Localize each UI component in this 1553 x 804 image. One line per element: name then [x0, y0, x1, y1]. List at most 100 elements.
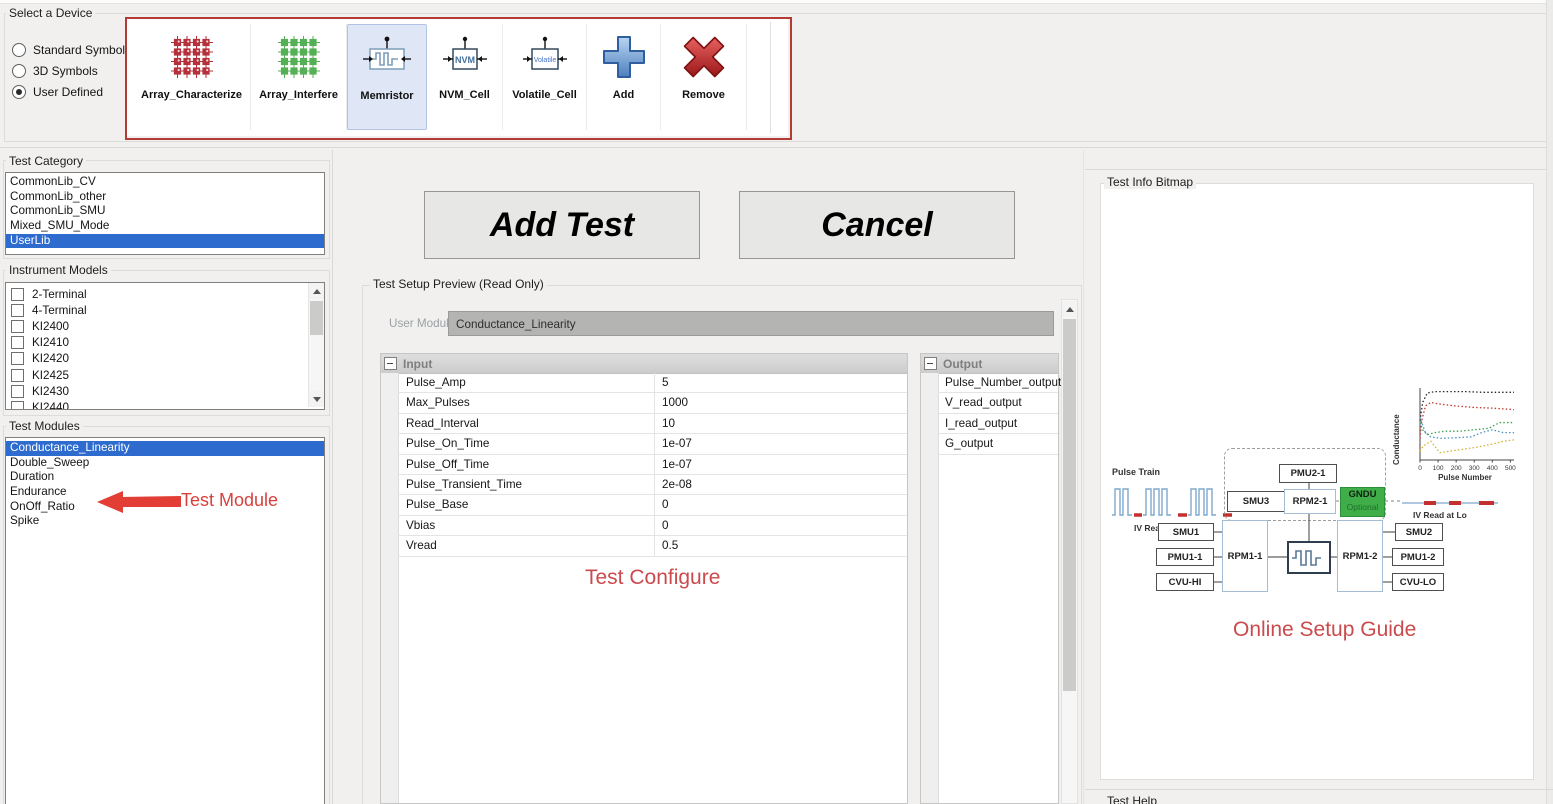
cancel-label: Cancel	[821, 206, 933, 245]
radio-standard-symbols[interactable]: Standard Symbols	[12, 43, 131, 57]
scroll-up-button[interactable]	[309, 283, 324, 299]
output-row: Pulse_Number_output	[938, 373, 1058, 393]
toolbar-button-array_characterize[interactable]: Array_Characterize	[133, 24, 251, 130]
add-test-label: Add Test	[490, 206, 634, 245]
param-value: 1e-07	[655, 455, 907, 474]
instrument-model-item[interactable]: KI2425	[6, 367, 306, 383]
volatile-cell-icon: Volatile	[521, 28, 569, 86]
checkbox[interactable]	[11, 401, 24, 410]
diagram-box-smu3: SMU3	[1227, 491, 1285, 512]
test-setup-preview-title: Test Setup Preview (Read Only)	[370, 278, 547, 291]
triangle-up-icon	[1066, 307, 1074, 312]
list-item[interactable]: Double_Sweep	[6, 456, 324, 471]
preview-scrollbar[interactable]	[1061, 299, 1078, 804]
output-name: I_read_output	[938, 414, 1058, 433]
instrument-model-item[interactable]: KI2400	[6, 318, 306, 334]
toolbar-button-label: Add	[613, 89, 634, 101]
radio-icon[interactable]	[12, 64, 26, 78]
toolbar-button-nvm_cell[interactable]: NVMNVM_Cell	[427, 24, 503, 130]
toolbar-button-volatile_cell[interactable]: Volatile Volatile_Cell	[503, 24, 587, 130]
collapse-minus-icon[interactable]	[384, 357, 397, 370]
instrument-model-item[interactable]: KI2440	[6, 399, 306, 410]
scroll-down-button[interactable]	[309, 391, 324, 407]
top-section-divider	[0, 147, 1553, 148]
list-item[interactable]: Conductance_Linearity	[6, 441, 324, 456]
list-item[interactable]: Duration	[6, 470, 324, 485]
add-test-button[interactable]: Add Test	[424, 191, 700, 259]
toolbar-button-remove[interactable]: Remove	[661, 24, 747, 130]
collapse-minus-icon[interactable]	[924, 357, 937, 370]
checkbox[interactable]	[11, 304, 24, 317]
list-item[interactable]: UserLib	[6, 234, 324, 249]
list-item[interactable]: CommonLib_SMU	[6, 204, 324, 219]
instrument-list-scrollbar[interactable]	[308, 283, 324, 407]
instrument-models-list[interactable]: 2-Terminal4-TerminalKI2400 KI2410 KI2420 KI…	[5, 282, 325, 410]
checkbox[interactable]	[11, 369, 24, 382]
scroll-thumb[interactable]	[1063, 319, 1076, 691]
checkbox[interactable]	[11, 336, 24, 349]
list-item[interactable]: CommonLib_CV	[6, 175, 324, 190]
instrument-model-item[interactable]: 2-Terminal	[6, 286, 306, 302]
instrument-model-item[interactable]: KI2410	[6, 335, 306, 351]
svg-text:0: 0	[1418, 465, 1422, 472]
radio-3d-symbols[interactable]: 3D Symbols	[12, 64, 98, 78]
toolbar-button-array_interfere[interactable]: Array_Interfere	[251, 24, 347, 130]
list-item[interactable]: Spike	[6, 514, 324, 529]
instrument-model-item[interactable]: KI2430	[6, 383, 306, 399]
toolbar-button-add[interactable]: Add	[587, 24, 661, 130]
checkbox-label: KI2420	[32, 352, 69, 365]
table-row: Pulse_Base0	[398, 495, 907, 515]
series-black	[1420, 392, 1514, 421]
radio-icon-selected[interactable]	[12, 85, 26, 99]
list-item[interactable]: Mixed_SMU_Mode	[6, 219, 324, 234]
checkbox[interactable]	[11, 352, 24, 365]
checkbox[interactable]	[11, 288, 24, 301]
checkbox[interactable]	[11, 385, 24, 398]
user-module-field: Conductance_Linearity	[448, 311, 1054, 336]
output-section-title: Output	[943, 357, 982, 371]
table-row: Max_Pulses1000	[398, 393, 907, 413]
svg-text:200: 200	[1451, 465, 1462, 472]
test-modules-title: Test Modules	[6, 420, 83, 433]
test-info-bitmap-title: Test Info Bitmap	[1104, 176, 1196, 189]
toolbar-button-memristor[interactable]: Memristor	[347, 24, 427, 130]
checkbox[interactable]	[11, 320, 24, 333]
checkbox-label: KI2430	[32, 385, 69, 398]
scroll-up-button[interactable]	[1062, 301, 1077, 317]
window-top-edge	[0, 0, 1553, 4]
toolbar-separator	[770, 22, 771, 133]
diagram-box-pmu2-1: PMU2-1	[1279, 464, 1337, 483]
svg-text:300: 300	[1469, 465, 1480, 472]
param-value: 1e-07	[655, 434, 907, 453]
param-name: Pulse_Base	[398, 495, 655, 514]
radio-user-defined[interactable]: User Defined	[12, 85, 103, 99]
param-name: Pulse_Amp	[398, 373, 655, 392]
param-value: 5	[655, 373, 907, 392]
cancel-button[interactable]: Cancel	[739, 191, 1015, 259]
table-row: Pulse_On_Time1e-07	[398, 434, 907, 454]
toolbar-button-label: Volatile_Cell	[512, 89, 577, 101]
table-row: Read_Interval10	[398, 414, 907, 434]
test-category-list[interactable]: CommonLib_CVCommonLib_otherCommonLib_SMU…	[5, 172, 325, 255]
param-value: 0.5	[655, 536, 907, 555]
window-right-edge	[1546, 0, 1553, 804]
list-item[interactable]: CommonLib_other	[6, 190, 324, 205]
table-row: Pulse_Off_Time1e-07	[398, 455, 907, 475]
radio-icon[interactable]	[12, 43, 26, 57]
param-name: Pulse_Off_Time	[398, 455, 655, 474]
instrument-model-item[interactable]: 4-Terminal	[6, 302, 306, 318]
toolbar-button-label: Array_Characterize	[141, 89, 242, 101]
test-help-title-clipped: Test Help	[1104, 795, 1160, 804]
instrument-model-item[interactable]: KI2420	[6, 351, 306, 367]
checkbox-label: KI2410	[32, 336, 69, 349]
table-row: Vbias0	[398, 516, 907, 536]
annotation-arrow-icon	[95, 488, 183, 516]
instrument-models-title: Instrument Models	[6, 264, 111, 277]
test-category-title: Test Category	[6, 155, 86, 168]
output-name: V_read_output	[938, 393, 1058, 412]
output-row: G_output	[938, 434, 1058, 454]
triangle-down-icon	[313, 397, 321, 402]
scroll-thumb[interactable]	[310, 301, 323, 335]
memristor-glyph-icon	[1291, 547, 1327, 569]
test-configure-annotation: Test Configure	[585, 566, 720, 590]
